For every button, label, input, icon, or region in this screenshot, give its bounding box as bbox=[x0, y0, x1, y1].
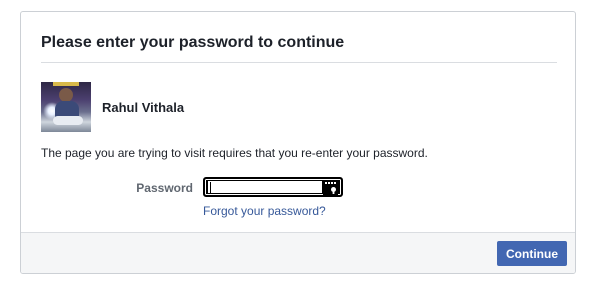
dialog-footer: Continue bbox=[21, 232, 575, 273]
text-cursor bbox=[210, 182, 211, 193]
avatar bbox=[41, 82, 91, 132]
reauth-message: The page you are trying to visit require… bbox=[41, 146, 428, 160]
password-manager-key-icon[interactable] bbox=[323, 180, 338, 195]
reauth-dialog: Please enter your password to continue R… bbox=[20, 11, 576, 274]
profile-section: Rahul Vithala bbox=[41, 82, 184, 132]
password-input[interactable] bbox=[203, 177, 343, 197]
password-field-area[interactable] bbox=[208, 181, 322, 193]
password-label: Password bbox=[136, 181, 193, 195]
password-row: Password bbox=[41, 177, 557, 199]
forgot-password-link[interactable]: Forgot your password? bbox=[203, 204, 326, 218]
continue-button[interactable]: Continue bbox=[497, 241, 567, 266]
dialog-title: Please enter your password to continue bbox=[41, 34, 345, 51]
profile-name: Rahul Vithala bbox=[102, 99, 185, 115]
dialog-header: Please enter your password to continue bbox=[41, 32, 557, 63]
